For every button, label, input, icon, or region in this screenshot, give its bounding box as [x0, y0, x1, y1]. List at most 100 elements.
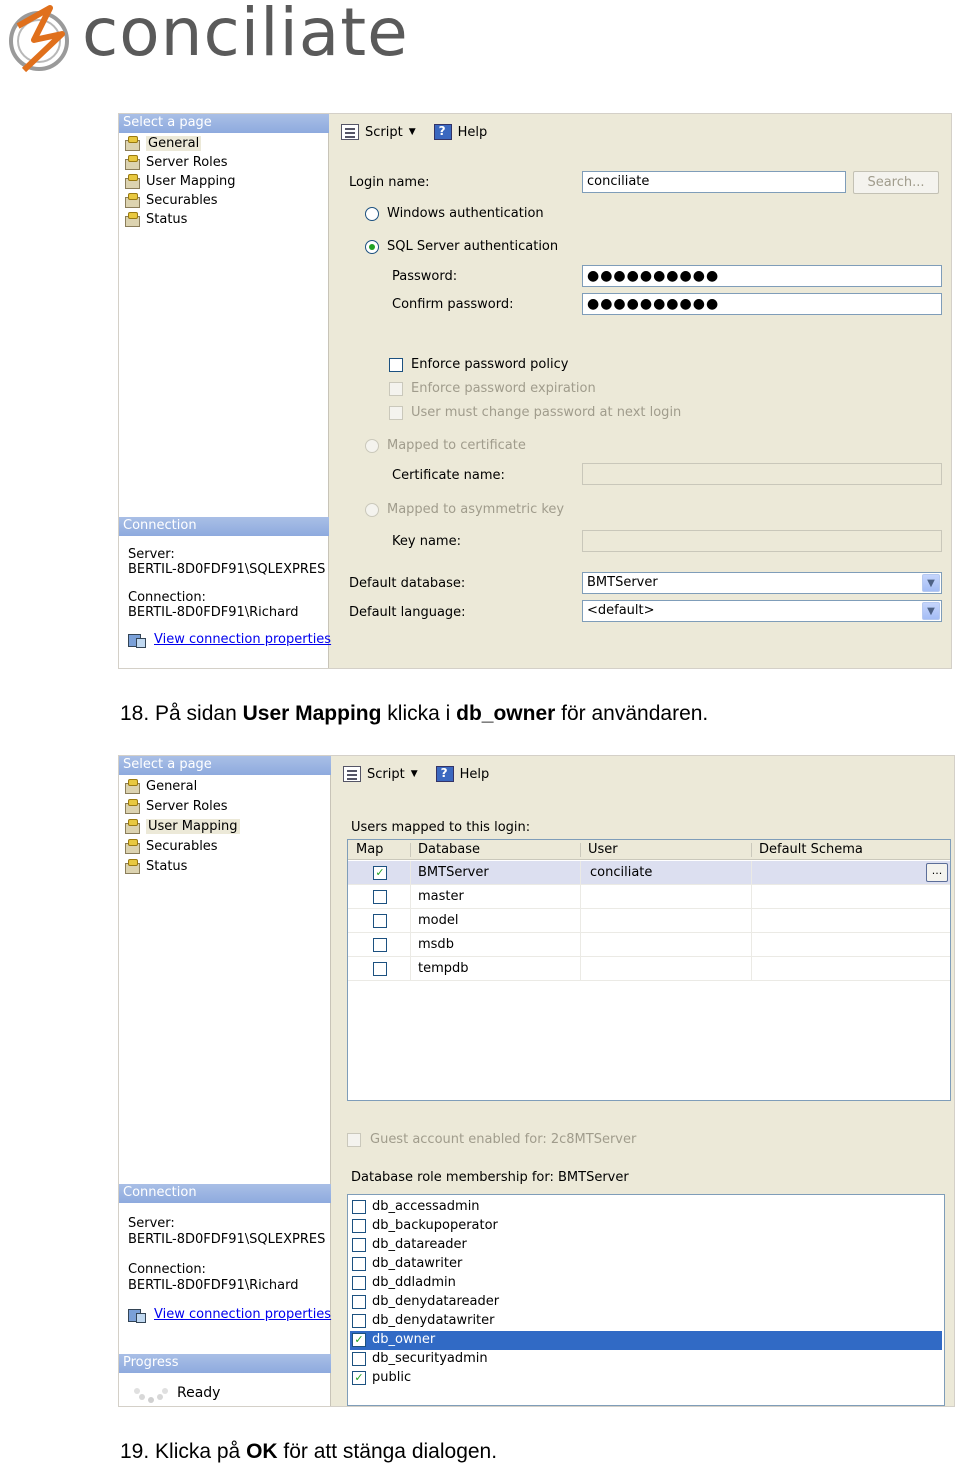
sidebar-item-securables[interactable]: Securables	[123, 837, 218, 856]
cert-name-input[interactable]	[582, 463, 942, 485]
sidebar-item-securables[interactable]: Securables	[123, 191, 218, 210]
sidebar-item-general[interactable]: General	[123, 777, 197, 796]
role-checkbox[interactable]	[352, 1314, 366, 1328]
view-connection-properties[interactable]: View connection properties	[128, 632, 331, 648]
chevron-down-icon[interactable]: ▼	[409, 127, 416, 137]
step-number: 19.	[120, 1440, 156, 1463]
role-checkbox[interactable]: ✓	[352, 1333, 366, 1347]
role-item-db-ddladmin[interactable]: db_ddladmin	[350, 1274, 942, 1293]
sidebar-item-status[interactable]: Status	[123, 210, 187, 229]
confirm-password-input[interactable]: ●●●●●●●●●●	[582, 293, 942, 315]
column-default-schema[interactable]: Default Schema	[759, 842, 863, 857]
role-item-db-denydatareader[interactable]: db_denydatareader	[350, 1293, 942, 1312]
role-checkbox[interactable]	[352, 1352, 366, 1366]
password-label: Password:	[392, 269, 458, 284]
role-checkbox[interactable]	[352, 1200, 366, 1214]
column-database[interactable]: Database	[418, 842, 480, 857]
sql-auth-radio[interactable]	[365, 240, 379, 254]
table-row[interactable]: master	[348, 885, 950, 909]
role-item-db-datareader[interactable]: db_datareader	[350, 1236, 942, 1255]
users-mapped-label: Users mapped to this login:	[351, 820, 531, 835]
role-checkbox[interactable]	[352, 1257, 366, 1271]
password-input[interactable]: ●●●●●●●●●●	[582, 265, 942, 287]
toolbar: Script ▼ Help	[343, 764, 489, 784]
sidebar-item-server-roles[interactable]: Server Roles	[123, 797, 228, 816]
login-name-label: Login name:	[349, 175, 430, 190]
role-item-db-backupoperator[interactable]: db_backupoperator	[350, 1217, 942, 1236]
script-button[interactable]: Script	[365, 125, 403, 140]
role-item-public[interactable]: ✓ public	[350, 1369, 942, 1388]
user-cell[interactable]: conciliate	[590, 865, 652, 880]
caption-text: för användaren.	[555, 702, 709, 725]
map-checkbox[interactable]: ✓	[373, 866, 387, 880]
enforce-policy-checkbox[interactable]	[389, 358, 403, 372]
page-icon	[123, 193, 141, 208]
progress-header: Progress	[119, 1354, 331, 1373]
chevron-down-icon[interactable]: ▼	[922, 602, 940, 620]
mapped-key-radio[interactable]	[365, 503, 379, 517]
guest-checkbox[interactable]	[347, 1133, 361, 1147]
map-checkbox[interactable]	[373, 962, 387, 976]
sidebar-item-status[interactable]: Status	[123, 857, 187, 876]
table-row[interactable]: model	[348, 909, 950, 933]
guest-label: Guest account enabled for: 2c8MTServer	[370, 1132, 637, 1147]
progress-status: Ready	[177, 1385, 221, 1401]
role-item-db-owner[interactable]: ✓ db_owner	[350, 1331, 942, 1350]
role-label: public	[372, 1370, 412, 1385]
map-checkbox[interactable]	[373, 938, 387, 952]
schema-browse-button[interactable]: ...	[926, 863, 948, 882]
login-name-input[interactable]: conciliate	[582, 171, 846, 193]
help-button[interactable]: Help	[458, 125, 488, 140]
sidebar-item-user-mapping[interactable]: User Mapping	[123, 172, 236, 191]
table-row[interactable]: tempdb	[348, 957, 950, 981]
search-button[interactable]: Search...	[853, 171, 939, 194]
must-change-checkbox[interactable]	[389, 406, 403, 420]
chevron-down-icon[interactable]: ▼	[922, 574, 940, 592]
database-cell: BMTServer	[418, 865, 489, 880]
role-checkbox[interactable]	[352, 1295, 366, 1309]
properties-icon	[128, 632, 146, 648]
step-18-caption: 18. På sidan User Mapping klicka i db_ow…	[120, 702, 708, 726]
role-item-db-datawriter[interactable]: db_datawriter	[350, 1255, 942, 1274]
help-button[interactable]: Help	[460, 767, 490, 782]
page-icon	[123, 859, 141, 874]
must-change-label: User must change password at next login	[411, 405, 682, 420]
table-row[interactable]: msdb	[348, 933, 950, 957]
role-checkbox[interactable]: ✓	[352, 1371, 366, 1385]
login-general-dialog: Select a page General Server Roles User …	[118, 113, 952, 669]
connection-value: BERTIL-8D0FDF91\Richard	[128, 605, 299, 620]
column-user[interactable]: User	[588, 842, 618, 857]
role-checkbox[interactable]	[352, 1238, 366, 1252]
server-value: BERTIL-8D0FDF91\SQLEXPRES	[128, 562, 326, 577]
sidebar-item-general[interactable]: General	[123, 134, 202, 153]
mapped-key-label: Mapped to asymmetric key	[387, 502, 565, 517]
key-name-input[interactable]	[582, 530, 942, 552]
sidebar-item-server-roles[interactable]: Server Roles	[123, 153, 228, 172]
caption-bold: db_owner	[456, 702, 556, 725]
role-item-db-securityadmin[interactable]: db_securityadmin	[350, 1350, 942, 1369]
windows-auth-radio[interactable]	[365, 207, 379, 221]
role-item-db-denydatawriter[interactable]: db_denydatawriter	[350, 1312, 942, 1331]
chevron-down-icon[interactable]: ▼	[411, 769, 418, 779]
sql-auth-label: SQL Server authentication	[387, 239, 559, 254]
page-icon	[123, 212, 141, 227]
step-19-caption: 19. Klicka på OK för att stänga dialogen…	[120, 1440, 497, 1464]
enforce-expiration-checkbox[interactable]	[389, 382, 403, 396]
table-row[interactable]: ✓ BMTServer conciliate...	[348, 861, 950, 885]
mapped-cert-radio[interactable]	[365, 439, 379, 453]
role-item-db-accessadmin[interactable]: db_accessadmin	[350, 1198, 942, 1217]
map-checkbox[interactable]	[373, 914, 387, 928]
default-db-select[interactable]: BMTServer ▼	[582, 572, 942, 594]
script-icon	[341, 124, 359, 140]
role-checkbox[interactable]	[352, 1276, 366, 1290]
role-checkbox[interactable]	[352, 1219, 366, 1233]
script-button[interactable]: Script	[367, 767, 405, 782]
role-label: db_securityadmin	[372, 1351, 488, 1366]
map-checkbox[interactable]	[373, 890, 387, 904]
sidebar-item-user-mapping[interactable]: User Mapping	[123, 817, 240, 836]
column-map[interactable]: Map	[356, 842, 383, 857]
view-connection-properties[interactable]: View connection properties	[128, 1307, 331, 1323]
role-label: db_denydatawriter	[372, 1313, 495, 1328]
default-lang-select[interactable]: <default> ▼	[582, 600, 942, 622]
role-label: db_ddladmin	[372, 1275, 456, 1290]
